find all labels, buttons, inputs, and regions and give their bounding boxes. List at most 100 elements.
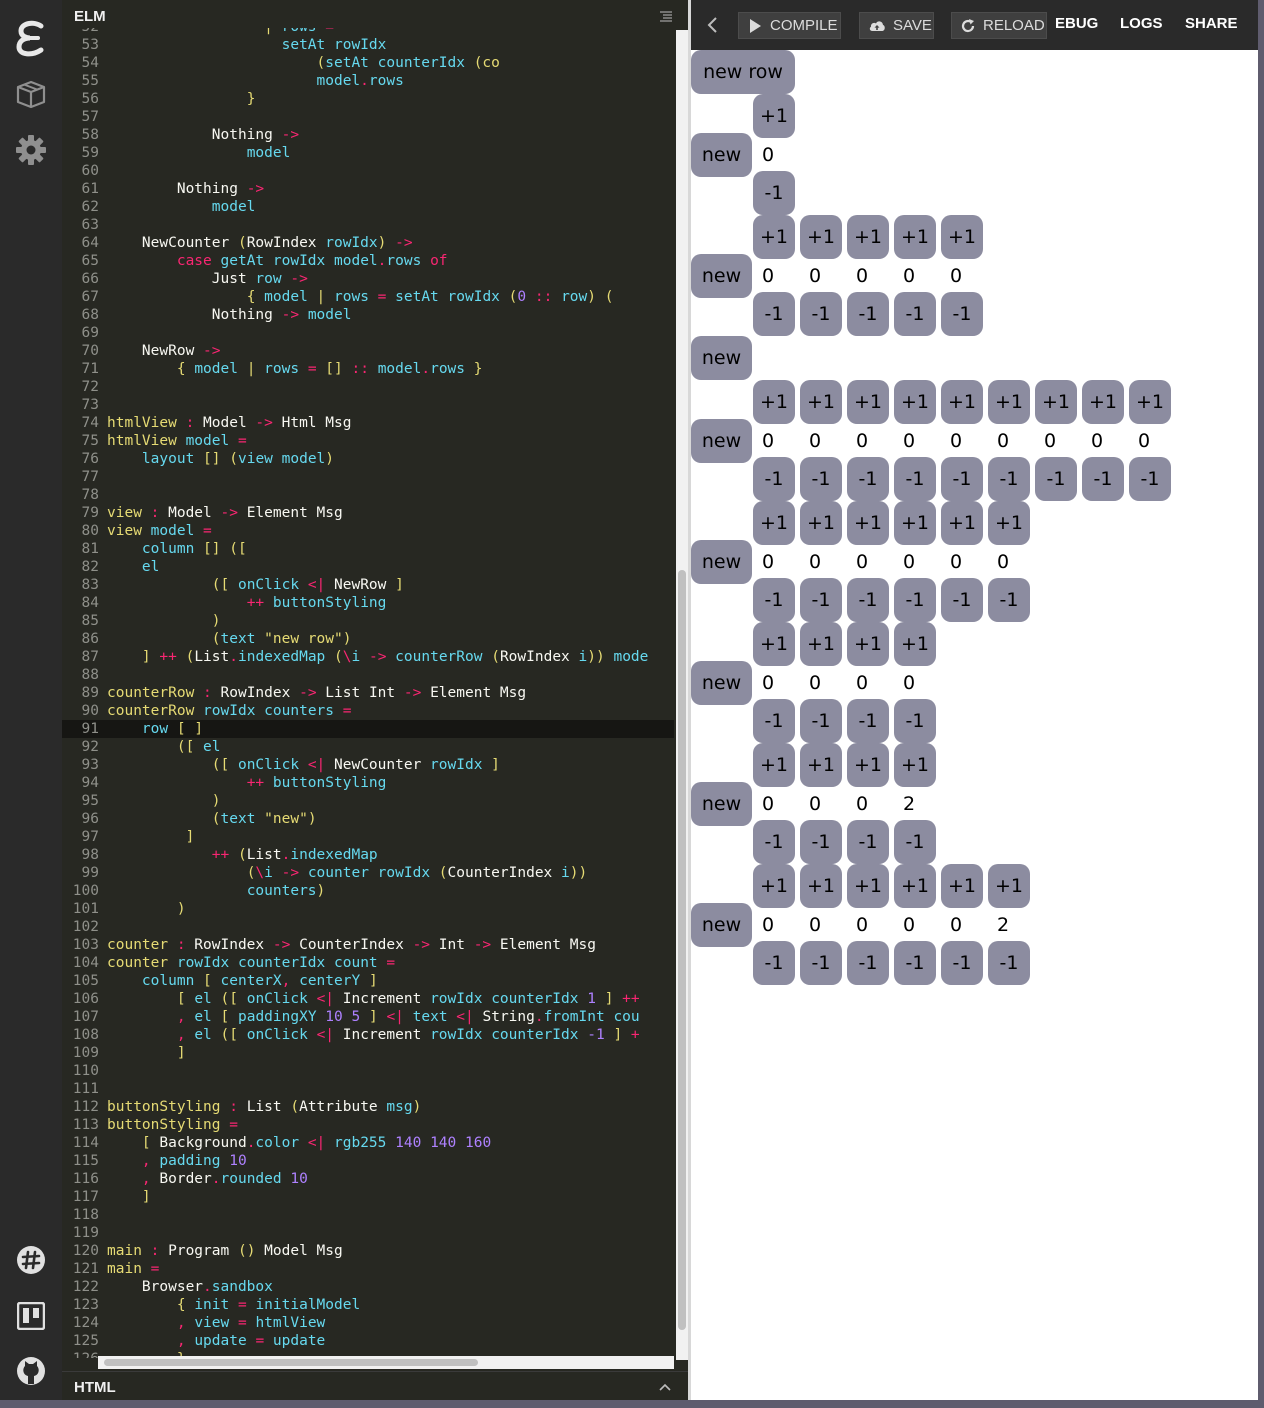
decrement-button[interactable]: -1: [753, 820, 795, 864]
increment-button[interactable]: +1: [800, 215, 842, 259]
increment-button[interactable]: +1: [894, 215, 936, 259]
decrement-button[interactable]: -1: [847, 457, 889, 501]
code-line[interactable]: 84 ++ buttonStyling: [62, 594, 674, 612]
code-line[interactable]: 114 [ Background.color <| rgb255 140 140…: [62, 1134, 674, 1152]
decrement-button[interactable]: -1: [1129, 457, 1171, 501]
increment-button[interactable]: +1: [753, 743, 795, 787]
increment-button[interactable]: +1: [894, 501, 936, 545]
decrement-button[interactable]: -1: [753, 578, 795, 622]
code-line[interactable]: 109 ]: [62, 1044, 674, 1062]
compile-button[interactable]: COMPILE: [738, 12, 841, 39]
new-counter-button[interactable]: new: [691, 133, 752, 177]
package-icon[interactable]: [11, 74, 51, 114]
code-line[interactable]: 103 counter : RowIndex -> CounterIndex ->…: [62, 936, 674, 954]
code-line[interactable]: 115 , padding 10: [62, 1152, 674, 1170]
code-line[interactable]: 78: [62, 486, 674, 504]
decrement-button[interactable]: -1: [753, 171, 795, 215]
code-line[interactable]: 74 htmlView : Model -> Html Msg: [62, 414, 674, 432]
code-line[interactable]: 120 main : Program () Model Msg: [62, 1242, 674, 1260]
code-line[interactable]: 80 view model =: [62, 522, 674, 540]
decrement-button[interactable]: -1: [753, 699, 795, 743]
decrement-button[interactable]: -1: [753, 457, 795, 501]
code-line[interactable]: 66 Just row ->: [62, 270, 674, 288]
code-line[interactable]: 55 model.rows: [62, 72, 674, 90]
increment-button[interactable]: +1: [753, 380, 795, 424]
increment-button[interactable]: +1: [1129, 380, 1171, 424]
code-line[interactable]: 111: [62, 1080, 674, 1098]
increment-button[interactable]: +1: [800, 380, 842, 424]
increment-button[interactable]: +1: [1035, 380, 1077, 424]
code-line[interactable]: 107 , el [ paddingXY 10 5 ] <| text <| S…: [62, 1008, 674, 1026]
code-line[interactable]: 125 , update = update: [62, 1332, 674, 1350]
increment-button[interactable]: +1: [753, 622, 795, 666]
code-line[interactable]: 113 buttonStyling =: [62, 1116, 674, 1134]
github-icon[interactable]: [11, 1351, 51, 1391]
decrement-button[interactable]: -1: [988, 578, 1030, 622]
html-panel-header[interactable]: HTML: [62, 1371, 688, 1401]
increment-button[interactable]: +1: [800, 622, 842, 666]
code-line[interactable]: 83 ([ onClick <| NewRow ]: [62, 576, 674, 594]
decrement-button[interactable]: -1: [847, 699, 889, 743]
code-line[interactable]: 105 column [ centerX, centerY ]: [62, 972, 674, 990]
code-line[interactable]: 52 | rows =: [62, 28, 674, 36]
code-area[interactable]: 52 | rows =53 setAt rowIdx54 (setAt coun…: [62, 28, 674, 1358]
increment-button[interactable]: +1: [941, 501, 983, 545]
decrement-button[interactable]: -1: [894, 457, 936, 501]
decrement-button[interactable]: -1: [800, 292, 842, 336]
increment-button[interactable]: +1: [941, 215, 983, 259]
decrement-button[interactable]: -1: [894, 941, 936, 985]
new-counter-button[interactable]: new: [691, 540, 752, 584]
increment-button[interactable]: +1: [1082, 380, 1124, 424]
horizontal-scrollbar-thumb[interactable]: [104, 1359, 478, 1366]
code-line[interactable]: 91 row [ ]: [62, 720, 674, 738]
decrement-button[interactable]: -1: [941, 941, 983, 985]
code-line[interactable]: 99 (\i -> counter rowIdx (CounterIndex i…: [62, 864, 674, 882]
code-line[interactable]: 72: [62, 378, 674, 396]
code-line[interactable]: 93 ([ onClick <| NewCounter rowIdx ]: [62, 756, 674, 774]
code-line[interactable]: 68 Nothing -> model: [62, 306, 674, 324]
increment-button[interactable]: +1: [800, 743, 842, 787]
code-line[interactable]: 101 ): [62, 900, 674, 918]
increment-button[interactable]: +1: [753, 215, 795, 259]
code-line[interactable]: 76 layout [] (view model): [62, 450, 674, 468]
code-line[interactable]: 106 [ el ([ onClick <| Increment rowIdx …: [62, 990, 674, 1008]
increment-button[interactable]: +1: [894, 622, 936, 666]
vertical-scrollbar[interactable]: [676, 30, 688, 1360]
increment-button[interactable]: +1: [847, 380, 889, 424]
increment-button[interactable]: +1: [800, 501, 842, 545]
decrement-button[interactable]: -1: [847, 578, 889, 622]
decrement-button[interactable]: -1: [988, 941, 1030, 985]
code-line[interactable]: 81 column [] ([: [62, 540, 674, 558]
code-line[interactable]: 96 (text "new"): [62, 810, 674, 828]
code-line[interactable]: 108 , el ([ onClick <| Increment rowIdx …: [62, 1026, 674, 1044]
slack-icon[interactable]: [11, 1240, 51, 1280]
code-line[interactable]: 104 counter rowIdx counterIdx count =: [62, 954, 674, 972]
decrement-button[interactable]: -1: [753, 941, 795, 985]
code-line[interactable]: 77: [62, 468, 674, 486]
debug-link[interactable]: EBUG: [1055, 15, 1098, 32]
code-line[interactable]: 117 ]: [62, 1188, 674, 1206]
increment-button[interactable]: +1: [847, 501, 889, 545]
code-line[interactable]: 58 Nothing ->: [62, 126, 674, 144]
increment-button[interactable]: +1: [753, 501, 795, 545]
code-line[interactable]: 122 Browser.sandbox: [62, 1278, 674, 1296]
chevron-left-icon[interactable]: [705, 16, 721, 34]
decrement-button[interactable]: -1: [1082, 457, 1124, 501]
increment-button[interactable]: +1: [847, 622, 889, 666]
decrement-button[interactable]: -1: [800, 578, 842, 622]
code-line[interactable]: 88: [62, 666, 674, 684]
new-counter-button[interactable]: new: [691, 903, 752, 947]
vertical-scrollbar-thumb[interactable]: [678, 570, 686, 1330]
chevron-up-icon[interactable]: [658, 1380, 672, 1392]
increment-button[interactable]: +1: [753, 94, 795, 138]
save-button[interactable]: SAVE: [859, 12, 934, 39]
share-link[interactable]: SHARE: [1185, 15, 1238, 32]
code-line[interactable]: 90 counterRow rowIdx counters =: [62, 702, 674, 720]
code-line[interactable]: 121 main =: [62, 1260, 674, 1278]
increment-button[interactable]: +1: [894, 864, 936, 908]
code-line[interactable]: 87 ] ++ (List.indexedMap (\i -> counterR…: [62, 648, 674, 666]
code-line[interactable]: 94 ++ buttonStyling: [62, 774, 674, 792]
decrement-button[interactable]: -1: [941, 292, 983, 336]
code-line[interactable]: 82 el: [62, 558, 674, 576]
code-line[interactable]: 89 counterRow : RowIndex -> List Int -> E…: [62, 684, 674, 702]
